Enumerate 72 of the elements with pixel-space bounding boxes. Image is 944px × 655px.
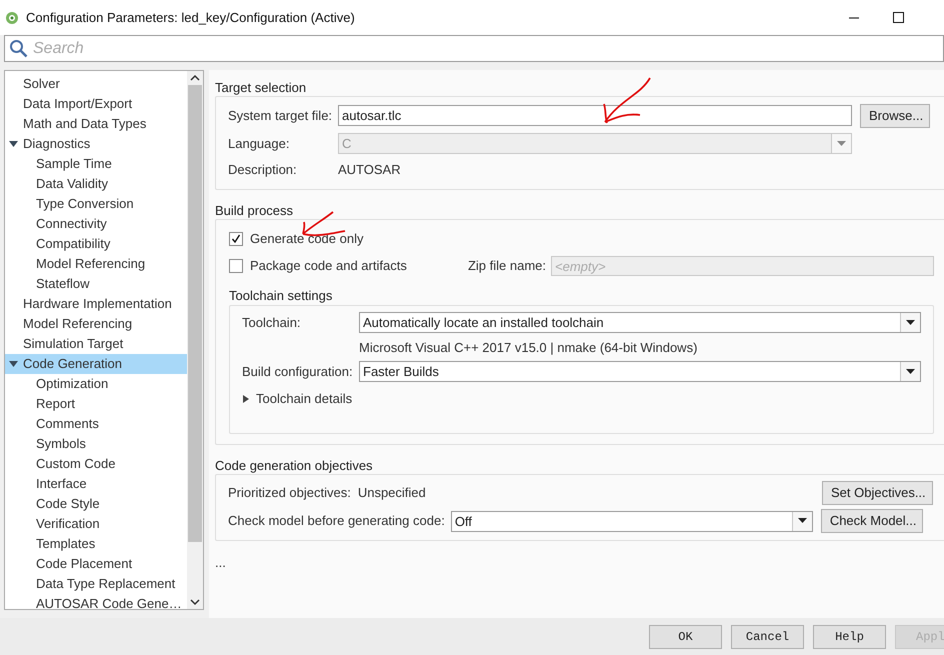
tree-item[interactable]: Report bbox=[5, 394, 187, 414]
triangle-icon bbox=[242, 394, 250, 403]
dropdown[interactable]: Faster Builds bbox=[359, 361, 921, 382]
field-label: Check model before generating code: bbox=[228, 512, 445, 530]
tree-item[interactable]: Optimization bbox=[5, 374, 187, 394]
tree-item[interactable]: Custom Code bbox=[5, 454, 187, 474]
tree-item[interactable]: Stateflow bbox=[5, 274, 187, 294]
tree-item[interactable]: Data Import/Export bbox=[5, 94, 187, 114]
tree-item[interactable]: Data Validity bbox=[5, 174, 187, 194]
caret-icon bbox=[906, 320, 915, 326]
dialog-button[interactable]: Help bbox=[813, 624, 886, 648]
tree-item[interactable]: Data Type Replacement bbox=[5, 574, 187, 594]
dropdown[interactable]: Automatically locate an installed toolchain bbox=[359, 312, 921, 333]
section-title: Target selection bbox=[215, 79, 308, 96]
button[interactable]: Check Model... bbox=[820, 509, 923, 533]
checkbox-label: Generate code only bbox=[250, 230, 364, 248]
tree-item[interactable]: Code Generation bbox=[5, 354, 187, 374]
field-label: System target file: bbox=[228, 106, 334, 125]
section-title: Code generation objectives bbox=[215, 457, 374, 474]
field-label: Description: bbox=[228, 160, 298, 179]
tree-item[interactable]: Hardware Implementation bbox=[5, 294, 187, 314]
button[interactable]: Set Objectives... bbox=[822, 481, 933, 505]
search-icon bbox=[9, 39, 28, 58]
checkbox[interactable] bbox=[229, 232, 243, 246]
dialog-button[interactable]: Cancel bbox=[731, 624, 804, 648]
tree-item[interactable]: Interface bbox=[5, 474, 187, 494]
description-text: AUTOSAR bbox=[338, 160, 401, 179]
check-icon bbox=[231, 234, 241, 244]
checkbox-label: Package code and artifacts bbox=[250, 257, 407, 276]
tree-item[interactable]: Type Conversion bbox=[5, 194, 187, 214]
tree-item[interactable]: Model Referencing bbox=[5, 314, 187, 334]
tree-item[interactable]: Templates bbox=[5, 534, 187, 554]
dropdown[interactable]: Off bbox=[450, 510, 813, 532]
field-label: Language: bbox=[228, 134, 290, 153]
checkbox[interactable] bbox=[229, 259, 243, 273]
objectives-value: Unspecified bbox=[358, 484, 427, 502]
field-label: Build configuration: bbox=[242, 362, 354, 381]
tree-item[interactable]: Code Placement bbox=[5, 554, 187, 574]
window-title: Configuration Parameters: led_key/Configuration (Active) bbox=[26, 8, 356, 27]
tree-item[interactable]: Solver bbox=[5, 74, 187, 94]
tree-item[interactable]: Symbols bbox=[5, 434, 187, 454]
tree-item[interactable]: Verification bbox=[5, 514, 187, 534]
button[interactable]: Browse... bbox=[860, 104, 930, 128]
tree-item[interactable]: AUTOSAR Code Gene… bbox=[5, 594, 187, 609]
field-label: Zip file name: bbox=[468, 257, 546, 276]
caret-icon bbox=[906, 368, 915, 374]
search-field[interactable]: Search bbox=[4, 35, 944, 62]
section-title: Build process bbox=[215, 202, 294, 219]
scrollbar-thumb[interactable] bbox=[188, 85, 202, 542]
toolchain-note: Microsoft Visual C++ 2017 v15.0 | nmake (64-bit Windows) bbox=[359, 339, 698, 356]
annotation-arrow bbox=[603, 77, 651, 124]
triangle-icon bbox=[9, 140, 18, 148]
tree-item[interactable]: Math and Data Types bbox=[5, 114, 187, 134]
tree-item[interactable]: Sample Time bbox=[5, 154, 187, 174]
disclosure-toggle[interactable]: Toolchain details bbox=[242, 389, 352, 408]
tree-item[interactable]: Simulation Target bbox=[5, 334, 187, 354]
ellipsis-text: ... bbox=[215, 554, 227, 572]
maximize-icon bbox=[893, 12, 904, 23]
text-field[interactable]: autosar.tlc bbox=[338, 105, 852, 126]
tree-item[interactable]: Diagnostics bbox=[5, 134, 187, 154]
dialog-button[interactable]: OK bbox=[649, 624, 722, 648]
tree-item[interactable]: Comments bbox=[5, 414, 187, 434]
tree-item[interactable]: Code Style bbox=[5, 494, 187, 514]
tree-item[interactable]: Model Referencing bbox=[5, 254, 187, 274]
triangle-icon bbox=[9, 360, 18, 368]
field-label: Toolchain: bbox=[242, 314, 302, 332]
field-label: Prioritized objectives: bbox=[228, 484, 351, 502]
caret-icon bbox=[837, 140, 846, 146]
tree-item[interactable]: Compatibility bbox=[5, 234, 187, 254]
caret-icon bbox=[798, 518, 807, 524]
tree-item[interactable]: Connectivity bbox=[5, 214, 187, 234]
section-title: Toolchain settings bbox=[229, 287, 334, 305]
